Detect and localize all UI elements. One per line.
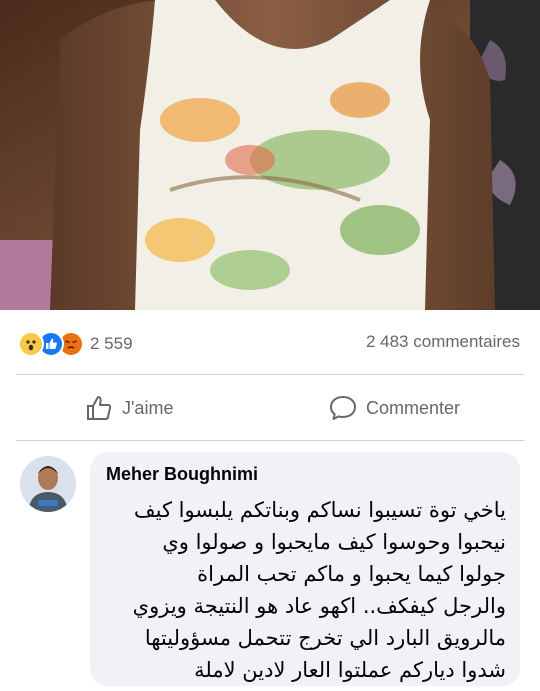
comment-line: ياخي توة تسيبوا نساكم وبناتكم يلبسوا كيف xyxy=(133,498,506,522)
comment-text: ياخي توة تسيبوا نساكم وبناتكم يلبسوا كيف… xyxy=(102,494,506,686)
divider xyxy=(16,440,524,441)
thumbs-up-icon xyxy=(87,396,112,420)
comments-count-link[interactable]: 2 483 commentaires xyxy=(366,332,520,352)
comment-line: جولوا كيما يحبوا و ماكم تحب المراة xyxy=(197,562,506,586)
comment-line: نيحبوا وحوسوا كيف مايحبوا و صولوا وي xyxy=(162,530,506,554)
like-button-label: J'aime xyxy=(122,397,174,418)
comment-bubble-icon xyxy=(330,396,356,420)
comment-bubble: Meher Boughnimi ياخي توة تسيبوا نساكم وب… xyxy=(90,452,520,686)
comment-button-label: Commenter xyxy=(366,397,461,418)
comment-line: مالرويق البارد الي تخرج تتحمل مسؤوليتها xyxy=(144,626,506,650)
comment-author[interactable]: Meher Boughnimi xyxy=(106,464,258,485)
avatar[interactable] xyxy=(20,456,76,512)
like-button[interactable]: J'aime xyxy=(86,390,173,426)
divider xyxy=(16,374,524,375)
post-stats: 2 559 2 483 commentaires xyxy=(0,318,540,366)
post-photo-image xyxy=(0,0,540,310)
comment-line: والرجل كيفكف.. اكهو عاد هو النتيجة ويزوي xyxy=(132,594,506,618)
comment-button[interactable]: Commenter xyxy=(328,390,460,426)
avatar-image xyxy=(20,456,76,512)
post-photo[interactable] xyxy=(0,0,540,310)
reaction-count: 2 559 xyxy=(90,334,133,353)
wow-reaction-icon xyxy=(18,331,44,357)
comment-line: شدوا دياركم عملتوا العار لادين لاملة xyxy=(194,658,506,682)
post-actions: J'aime Commenter xyxy=(0,382,540,436)
comment: Meher Boughnimi ياخي توة تسيبوا نساكم وب… xyxy=(0,448,540,691)
reactions-summary[interactable]: 2 559 xyxy=(18,331,133,357)
